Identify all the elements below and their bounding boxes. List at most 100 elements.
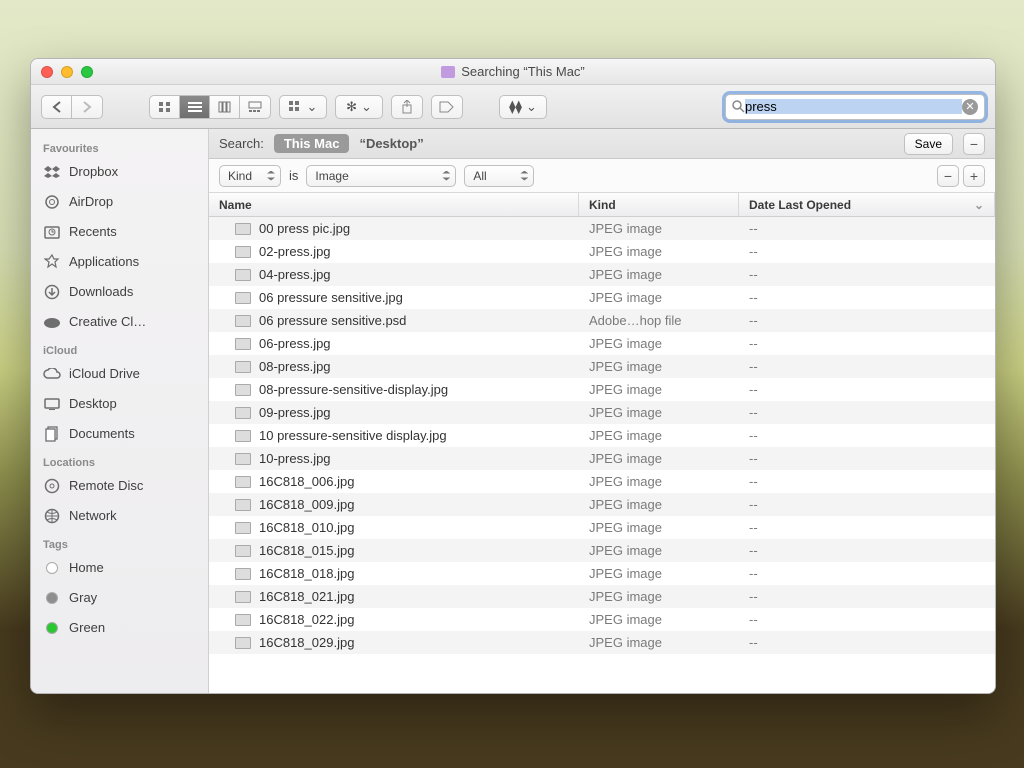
list-view[interactable] — [180, 96, 210, 118]
table-row[interactable]: 16C818_009.jpgJPEG image-- — [209, 493, 995, 516]
table-row[interactable]: 06 pressure sensitive.psdAdobe…hop file-… — [209, 309, 995, 332]
sidebar-item-desktop[interactable]: Desktop — [31, 389, 208, 419]
icon-view[interactable] — [150, 96, 180, 118]
disc-icon — [43, 478, 61, 494]
downloads-icon — [43, 284, 61, 300]
tags-button[interactable] — [431, 95, 463, 119]
sidebar-item-network[interactable]: Network — [31, 501, 208, 531]
sidebar-item-label: Home — [69, 557, 104, 579]
file-name: 09-press.jpg — [259, 405, 331, 420]
file-thumbnail-icon — [235, 499, 251, 511]
sidebar: FavouritesDropboxAirDropRecentsApplicati… — [31, 129, 209, 693]
toolbar: ⌄ ✻⌄ ⧫⧫⌄ ✕ — [31, 85, 995, 129]
sidebar-item-green[interactable]: Green — [31, 613, 208, 643]
network-icon — [43, 508, 61, 524]
sidebar-item-remote-disc[interactable]: Remote Disc — [31, 471, 208, 501]
sidebar-item-documents[interactable]: Documents — [31, 419, 208, 449]
file-thumbnail-icon — [235, 292, 251, 304]
file-name: 16C818_009.jpg — [259, 497, 354, 512]
file-kind: JPEG image — [579, 497, 739, 512]
table-row[interactable]: 08-press.jpgJPEG image-- — [209, 355, 995, 378]
file-kind: JPEG image — [579, 244, 739, 259]
file-kind: JPEG image — [579, 221, 739, 236]
share-button[interactable] — [391, 95, 423, 119]
col-kind[interactable]: Kind — [579, 193, 739, 216]
table-row[interactable]: 04-press.jpgJPEG image-- — [209, 263, 995, 286]
sidebar-item-label: Creative Cl… — [69, 311, 146, 333]
file-date: -- — [739, 405, 995, 420]
file-kind: JPEG image — [579, 290, 739, 305]
sidebar-item-icloud-drive[interactable]: iCloud Drive — [31, 359, 208, 389]
file-name: 08-press.jpg — [259, 359, 331, 374]
file-list[interactable]: 00 press pic.jpgJPEG image--02-press.jpg… — [209, 217, 995, 693]
table-row[interactable]: 10 pressure-sensitive display.jpgJPEG im… — [209, 424, 995, 447]
table-row[interactable]: 16C818_015.jpgJPEG image-- — [209, 539, 995, 562]
gallery-view[interactable] — [240, 96, 270, 118]
file-date: -- — [739, 221, 995, 236]
file-name-cell: 16C818_010.jpg — [209, 520, 579, 535]
arrange-menu[interactable]: ⌄ — [279, 95, 327, 119]
file-name: 02-press.jpg — [259, 244, 331, 259]
search-input[interactable] — [745, 99, 962, 114]
recents-icon — [43, 224, 61, 240]
file-name-cell: 02-press.jpg — [209, 244, 579, 259]
table-row[interactable]: 00 press pic.jpgJPEG image-- — [209, 217, 995, 240]
forward-button[interactable] — [72, 96, 102, 118]
save-search-button[interactable]: Save — [904, 133, 953, 155]
table-row[interactable]: 16C818_029.jpgJPEG image-- — [209, 631, 995, 654]
file-date: -- — [739, 543, 995, 558]
criteria-extra[interactable]: All — [464, 165, 534, 187]
sidebar-item-creative-cl-[interactable]: Creative Cl… — [31, 307, 208, 337]
criteria-value[interactable]: Image — [306, 165, 456, 187]
action-menu[interactable]: ✻⌄ — [335, 95, 383, 119]
file-name-cell: 06 pressure sensitive.jpg — [209, 290, 579, 305]
chevron-down-icon: ⌄ — [974, 198, 984, 212]
file-kind: JPEG image — [579, 612, 739, 627]
file-thumbnail-icon — [235, 568, 251, 580]
table-row[interactable]: 10-press.jpgJPEG image-- — [209, 447, 995, 470]
dropbox-icon: ⧫⧫ — [509, 99, 522, 115]
file-thumbnail-icon — [235, 361, 251, 373]
add-criteria-button[interactable]: + — [963, 165, 985, 187]
back-button[interactable] — [42, 96, 72, 118]
file-name-cell: 10 pressure-sensitive display.jpg — [209, 428, 579, 443]
col-date[interactable]: Date Last Opened⌄ — [739, 193, 995, 216]
sidebar-item-recents[interactable]: Recents — [31, 217, 208, 247]
file-name-cell: 00 press pic.jpg — [209, 221, 579, 236]
column-headers: Name Kind Date Last Opened⌄ — [209, 193, 995, 217]
table-row[interactable]: 06 pressure sensitive.jpgJPEG image-- — [209, 286, 995, 309]
table-row[interactable]: 16C818_006.jpgJPEG image-- — [209, 470, 995, 493]
search-field[interactable]: ✕ — [725, 94, 985, 120]
table-row[interactable]: 16C818_021.jpgJPEG image-- — [209, 585, 995, 608]
table-row[interactable]: 02-press.jpgJPEG image-- — [209, 240, 995, 263]
remove-scope-button[interactable]: − — [963, 133, 985, 155]
sidebar-item-gray[interactable]: Gray — [31, 583, 208, 613]
file-date: -- — [739, 313, 995, 328]
scope-desktop[interactable]: “Desktop” — [359, 136, 423, 151]
file-thumbnail-icon — [235, 522, 251, 534]
table-row[interactable]: 09-press.jpgJPEG image-- — [209, 401, 995, 424]
table-row[interactable]: 16C818_010.jpgJPEG image-- — [209, 516, 995, 539]
dropbox-menu[interactable]: ⧫⧫⌄ — [499, 95, 547, 119]
file-name: 16C818_018.jpg — [259, 566, 354, 581]
col-name[interactable]: Name — [209, 193, 579, 216]
sidebar-item-airdrop[interactable]: AirDrop — [31, 187, 208, 217]
column-view[interactable] — [210, 96, 240, 118]
sidebar-item-dropbox[interactable]: Dropbox — [31, 157, 208, 187]
scope-this-mac[interactable]: This Mac — [274, 134, 350, 153]
table-row[interactable]: 06-press.jpgJPEG image-- — [209, 332, 995, 355]
remove-criteria-button[interactable]: − — [937, 165, 959, 187]
docs-icon — [43, 426, 61, 442]
file-date: -- — [739, 589, 995, 604]
table-row[interactable]: 16C818_018.jpgJPEG image-- — [209, 562, 995, 585]
table-row[interactable]: 08-pressure-sensitive-display.jpgJPEG im… — [209, 378, 995, 401]
window-title-text: Searching “This Mac” — [461, 64, 585, 79]
clear-search-button[interactable]: ✕ — [962, 99, 978, 115]
sidebar-item-home[interactable]: Home — [31, 553, 208, 583]
sidebar-item-applications[interactable]: Applications — [31, 247, 208, 277]
sidebar-item-downloads[interactable]: Downloads — [31, 277, 208, 307]
table-row[interactable]: 16C818_022.jpgJPEG image-- — [209, 608, 995, 631]
sidebar-item-label: Dropbox — [69, 161, 118, 183]
file-thumbnail-icon — [235, 223, 251, 235]
criteria-attribute[interactable]: Kind — [219, 165, 281, 187]
